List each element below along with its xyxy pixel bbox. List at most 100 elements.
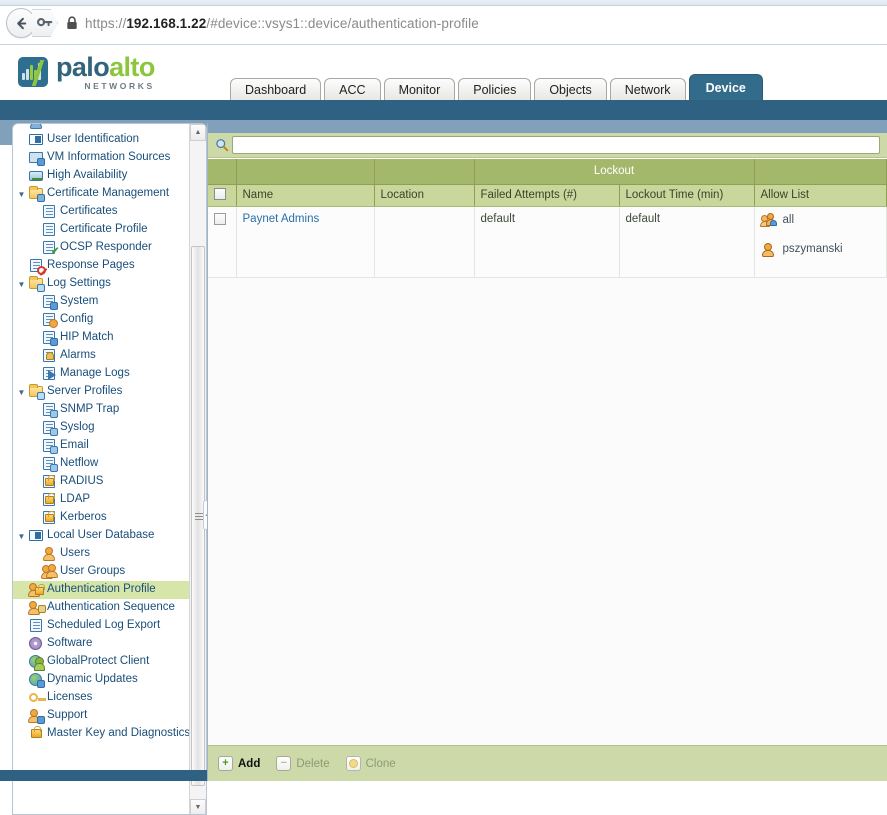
url-text: https://192.168.1.22/#device::vsys1::dev… bbox=[85, 15, 479, 31]
sidebar-item-ldap[interactable]: LDAP bbox=[13, 491, 191, 509]
column-header-location[interactable]: Location bbox=[374, 184, 475, 207]
search-input[interactable] bbox=[232, 136, 880, 154]
sidebar-item-support[interactable]: Support bbox=[13, 707, 191, 725]
sidebar-scrollbar[interactable]: ▲ ▼ bbox=[189, 124, 206, 814]
sidebar-item-certificate-management[interactable]: ▼ Certificate Management bbox=[13, 185, 191, 203]
sidebar-item-user-identification[interactable]: User Identification bbox=[13, 131, 191, 149]
sidebar-item-user-groups[interactable]: User Groups bbox=[13, 563, 191, 581]
cell-name-text: Paynet Admins bbox=[242, 212, 320, 225]
sidebar-item-response-pages[interactable]: Response Pages bbox=[13, 257, 191, 275]
snmp-trap-icon bbox=[41, 402, 58, 418]
authentication-sequence-icon bbox=[28, 600, 46, 616]
sidebar-item-licenses[interactable]: Licenses bbox=[13, 689, 191, 707]
column-header-lockout-time[interactable]: Lockout Time (min) bbox=[619, 184, 755, 207]
sidebar-item-ocsp-responder[interactable]: ✔ OCSP Responder bbox=[13, 239, 191, 257]
sidebar-item-syslog[interactable]: Syslog bbox=[13, 419, 191, 437]
sidebar-item-radius[interactable]: RADIUS bbox=[13, 473, 191, 491]
sidebar-item-label: Scheduled Log Export bbox=[47, 619, 161, 632]
sidebar-item-local-user-database[interactable]: ▼ Local User Database bbox=[13, 527, 191, 545]
pan-os-web-interface: paloalto NETWORKS Dashboard ACC Monitor … bbox=[0, 45, 887, 815]
sidebar-item-kerberos[interactable]: Kerberos bbox=[13, 509, 191, 527]
tree-expand-icon[interactable]: ▼ bbox=[15, 532, 28, 541]
kerberos-icon bbox=[41, 510, 58, 526]
authentication-profile-table-wrapper: Lockout Name Location Failed Attempts (#… bbox=[208, 159, 887, 745]
cell-failed-attempts: default bbox=[474, 206, 620, 277]
sidebar-item-snmp-trap[interactable]: SNMP Trap bbox=[13, 401, 191, 419]
cell-failed-attempts-text: default bbox=[480, 212, 516, 225]
sidebar-item-vm-information-sources[interactable]: VM Information Sources bbox=[13, 149, 191, 167]
master-key-icon bbox=[28, 726, 45, 742]
sidebar-item-administrators[interactable]: Administrators bbox=[13, 124, 191, 131]
table-column-header-row: Name Location Failed Attempts (#) Lockou… bbox=[208, 184, 887, 207]
sidebar-item-alarms[interactable]: Alarms bbox=[13, 347, 191, 365]
tab-monitor[interactable]: Monitor bbox=[383, 78, 456, 100]
vm-information-sources-icon bbox=[28, 150, 45, 166]
key-forward-icon[interactable] bbox=[32, 9, 58, 37]
delete-button[interactable]: − Delete bbox=[276, 756, 330, 771]
tab-policies[interactable]: Policies bbox=[458, 78, 532, 100]
row-checkbox[interactable] bbox=[214, 212, 226, 225]
sidebar-item-label: Alarms bbox=[60, 349, 96, 362]
sidebar-item-software[interactable]: Software bbox=[13, 635, 191, 653]
email-icon bbox=[41, 438, 58, 454]
scroll-down-arrow-icon[interactable]: ▼ bbox=[190, 799, 206, 814]
sidebar-item-config[interactable]: Config bbox=[13, 311, 191, 329]
sidebar-item-certificate-profile[interactable]: Certificate Profile bbox=[13, 221, 191, 239]
cell-location bbox=[374, 206, 475, 277]
cell-name[interactable]: Paynet Admins bbox=[236, 206, 375, 277]
tree-expand-icon[interactable]: ▼ bbox=[15, 388, 28, 397]
column-header-name[interactable]: Name bbox=[236, 184, 375, 207]
sidebar-item-label: SNMP Trap bbox=[60, 403, 120, 416]
tab-network[interactable]: Network bbox=[609, 78, 686, 100]
select-all-checkbox[interactable] bbox=[214, 187, 226, 200]
sidebar-item-label: Local User Database bbox=[47, 529, 155, 542]
sidebar-item-master-key-and-diagnostics[interactable]: Master Key and Diagnostics bbox=[13, 725, 191, 743]
scroll-up-arrow-icon[interactable]: ▲ bbox=[190, 124, 206, 141]
sidebar-item-label: Certificates bbox=[60, 205, 118, 218]
tab-objects[interactable]: Objects bbox=[534, 78, 607, 100]
main-tab-bar: Dashboard ACC Monitor Policies Objects N… bbox=[230, 74, 766, 100]
column-header-allow-list[interactable]: Allow List bbox=[754, 184, 887, 207]
sidebar-item-email[interactable]: Email bbox=[13, 437, 191, 455]
clone-button-label: Clone bbox=[365, 757, 396, 770]
sidebar-item-netflow[interactable]: Netflow bbox=[13, 455, 191, 473]
table-row[interactable]: Paynet Admins default default all pszymanski bbox=[208, 206, 887, 277]
sidebar-item-scheduled-log-export[interactable]: Scheduled Log Export bbox=[13, 617, 191, 635]
delete-button-label: Delete bbox=[296, 757, 330, 770]
sidebar-item-label: Software bbox=[47, 637, 93, 650]
tab-device[interactable]: Device bbox=[688, 74, 763, 100]
sidebar-item-log-settings[interactable]: ▼ Log Settings bbox=[13, 275, 191, 293]
tab-acc[interactable]: ACC bbox=[324, 78, 381, 100]
sidebar-item-users[interactable]: Users bbox=[13, 545, 191, 563]
sidebar-item-server-profiles[interactable]: ▼ Server Profiles bbox=[13, 383, 191, 401]
clone-button[interactable]: Clone bbox=[345, 756, 396, 771]
tab-dashboard[interactable]: Dashboard bbox=[230, 78, 322, 100]
paloalto-logo-mark-icon bbox=[18, 57, 48, 88]
tree-expand-icon[interactable]: ▼ bbox=[15, 280, 28, 289]
sidebar-item-hip-match[interactable]: HIP Match bbox=[13, 329, 191, 347]
software-icon bbox=[28, 636, 45, 652]
sidebar-item-high-availability[interactable]: High Availability bbox=[13, 167, 191, 185]
sidebar-item-label: Master Key and Diagnostics bbox=[47, 727, 191, 740]
column-header-failed-attempts[interactable]: Failed Attempts (#) bbox=[474, 184, 620, 207]
sidebar-item-label: Response Pages bbox=[47, 259, 135, 272]
sidebar-item-manage-logs[interactable]: Manage Logs bbox=[13, 365, 191, 383]
globalprotect-client-icon bbox=[28, 654, 45, 671]
scrollbar-grip-icon bbox=[195, 511, 203, 521]
sidebar-item-dynamic-updates[interactable]: Dynamic Updates bbox=[13, 671, 191, 689]
select-all-header[interactable] bbox=[208, 184, 237, 207]
sidebar-item-authentication-sequence[interactable]: Authentication Sequence bbox=[13, 599, 191, 617]
row-select-cell[interactable] bbox=[208, 206, 237, 277]
sidebar-item-certificates[interactable]: Certificates bbox=[13, 203, 191, 221]
magnifier-icon[interactable] bbox=[212, 138, 232, 152]
sidebar-item-system[interactable]: System bbox=[13, 293, 191, 311]
add-button[interactable]: + Add bbox=[218, 756, 260, 771]
sidebar-item-label: Users bbox=[60, 547, 91, 560]
allow-list-item-label: all bbox=[782, 214, 795, 226]
address-bar[interactable]: https://192.168.1.22/#device::vsys1::dev… bbox=[66, 8, 879, 38]
sidebar-item-globalprotect-client[interactable]: GlobalProtect Client bbox=[13, 653, 191, 671]
sidebar-item-authentication-profile[interactable]: Authentication Profile bbox=[13, 581, 191, 599]
back-arrow-icon[interactable] bbox=[6, 8, 36, 38]
device-navigation-tree: Administrators User Identification VM Info… bbox=[13, 124, 191, 747]
tree-expand-icon[interactable]: ▼ bbox=[15, 190, 28, 199]
